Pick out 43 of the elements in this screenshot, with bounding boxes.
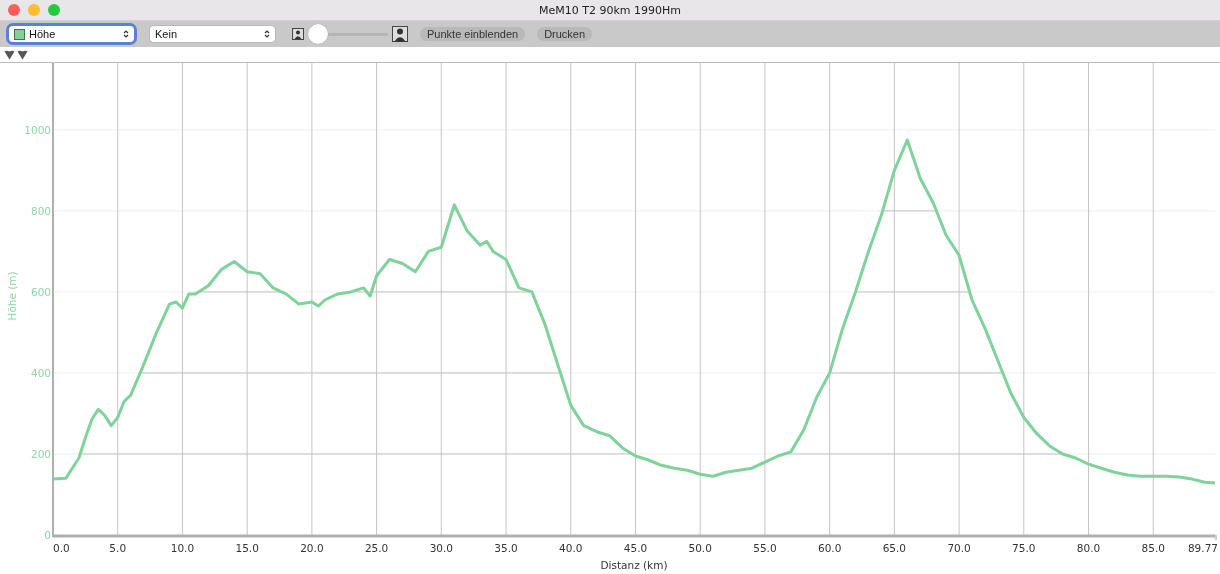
x-tick-label: 50.0: [688, 542, 712, 554]
x-axis-title: Distanz (km): [600, 559, 668, 571]
zoom-button[interactable]: [48, 4, 60, 16]
x-tick-label: 25.0: [364, 542, 389, 554]
x-tick-label: 80.0: [1076, 542, 1101, 554]
dropdown[interactable]: Höhe: [9, 26, 134, 42]
zoom-slider[interactable]: [308, 24, 388, 44]
dropdown[interactable]: Kein: [150, 26, 275, 42]
y-tick-label: 800: [30, 204, 51, 217]
x-tick-label: 75.0: [1012, 542, 1036, 554]
x-tick-label: 20.0: [300, 542, 324, 554]
x-tick-label: 60.0: [817, 542, 842, 554]
minimize-button[interactable]: [28, 4, 40, 16]
y-tick-label: 1000: [24, 123, 51, 136]
slider-thumb[interactable]: [308, 24, 328, 44]
y-tick-label: 600: [30, 285, 51, 298]
x-tick-label: 0.0: [53, 542, 70, 554]
x-tick-label: 55.0: [753, 542, 777, 554]
x-tick-label: 5.0: [109, 542, 127, 554]
chevron-icon: [264, 29, 270, 39]
y-axis-title: Höhe (m): [6, 271, 18, 321]
person-small-icon: [292, 28, 304, 40]
x-tick-label: 45.0: [623, 542, 648, 554]
x-tick-label: 15.0: [235, 542, 259, 554]
close-button[interactable]: [8, 4, 20, 16]
x-tick-label: 30.0: [429, 542, 453, 554]
x-tick-label: 10.0: [170, 542, 195, 554]
y-tick-label: 0: [44, 529, 51, 541]
x-tick-label: 85.0: [1141, 542, 1165, 554]
person-large-icon: [392, 26, 408, 42]
x-tick-label: 89.77: [1187, 542, 1218, 554]
x-tick-label: 35.0: [494, 542, 518, 554]
chevron-icon: [123, 29, 129, 39]
y-tick-label: 200: [30, 447, 51, 460]
x-tick-label: 65.0: [882, 542, 907, 554]
x-tick-label: 70.0: [947, 542, 971, 554]
y-tick-label: 400: [30, 366, 51, 379]
toolbar-button[interactable]: Punkte einblenden: [420, 27, 526, 41]
window-title: MeM10 T2 90km 1990Hm: [539, 3, 681, 17]
toolbar-button[interactable]: Drucken: [537, 27, 593, 41]
marker-icon[interactable]: [4, 49, 15, 60]
marker-icon[interactable]: [17, 49, 28, 60]
x-tick-label: 40.0: [559, 542, 583, 554]
